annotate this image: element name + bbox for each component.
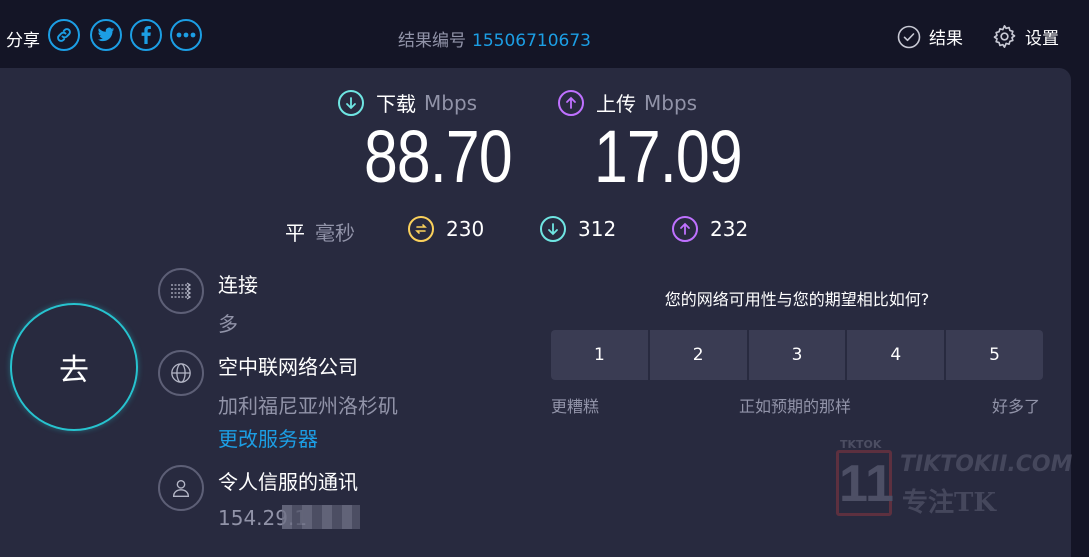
connections-title: 连接 [218, 273, 258, 297]
rating-option-5[interactable]: 5 [946, 330, 1043, 380]
ping-download: 312 [540, 216, 616, 242]
share-label: 分享 [6, 31, 40, 51]
server-name: 空中联网络公司 [218, 355, 358, 379]
settings-label: 设置 [1025, 29, 1059, 49]
watermark-logo: 11 [836, 450, 894, 516]
survey-low-label: 更糟糕 [551, 397, 600, 416]
provider-name: 令人信服的通讯 [218, 470, 358, 494]
top-bar: 分享 结果编号 15506710673 结果 设置 [0, 0, 1089, 70]
user-icon [158, 465, 204, 511]
globe-icon [158, 350, 204, 396]
results-button[interactable]: 结果 [897, 24, 963, 49]
result-id: 结果编号 15506710673 [398, 26, 591, 51]
ping-idle-value: 230 [446, 217, 485, 241]
connections-value: 多 [218, 312, 238, 336]
ping-label-group: 平 毫秒 [285, 216, 355, 246]
arrow-down-circle-icon [338, 89, 364, 116]
watermark-brand: TIKTOKII.COM [900, 452, 1073, 477]
server-location: 加利福尼亚州洛杉矶 [218, 394, 398, 418]
survey-high-label: 好多了 [992, 397, 1041, 416]
arrow-down-circle-icon [540, 216, 566, 242]
ping-unit: 毫秒 [315, 220, 355, 245]
gear-icon [993, 25, 1016, 48]
ping-label: 平 [285, 220, 305, 245]
download-unit: Mbps [424, 90, 478, 115]
arrow-up-circle-icon [672, 216, 698, 242]
ping-upload-value: 232 [710, 217, 749, 241]
survey-mid-label: 正如预期的那样 [739, 397, 852, 416]
more-icon[interactable] [170, 19, 202, 51]
ping-idle: 230 [408, 216, 484, 242]
results-label: 结果 [929, 29, 963, 49]
change-server-link[interactable]: 更改服务器 [218, 423, 318, 452]
rating-option-4[interactable]: 4 [847, 330, 947, 380]
ping-icon [408, 216, 434, 242]
rating-scale: 1 2 3 4 5 [551, 330, 1043, 380]
watermark-brand-cn: 专注TK [902, 488, 996, 518]
rating-option-2[interactable]: 2 [649, 330, 749, 380]
upload-label: 上传 [596, 92, 636, 116]
check-circle-icon [897, 25, 921, 48]
upload-header: 上传 Mbps [558, 88, 697, 117]
ping-download-value: 312 [578, 217, 617, 241]
rating-option-3[interactable]: 3 [748, 330, 848, 380]
link-icon[interactable] [48, 19, 80, 51]
download-header: 下载 Mbps [338, 88, 477, 117]
upload-value: 17.09 [594, 115, 743, 198]
go-label: 去 [59, 353, 89, 388]
survey-question: 您的网络可用性与您的期望相比如何? [664, 290, 930, 309]
settings-button[interactable]: 设置 [992, 24, 1059, 49]
watermark: TKTOK 11 TIKTOKII.COM 专注TK [836, 438, 1072, 520]
go-button[interactable]: 去 [10, 303, 138, 431]
arrow-up-circle-icon [558, 89, 584, 116]
facebook-icon[interactable] [130, 19, 162, 51]
result-id-label: 结果编号 [398, 31, 466, 51]
twitter-icon[interactable] [90, 19, 122, 51]
result-id-number[interactable]: 15506710673 [472, 31, 591, 51]
download-label: 下载 [376, 92, 416, 116]
rating-option-1[interactable]: 1 [551, 330, 650, 380]
ip-redaction [282, 505, 360, 529]
download-value: 88.70 [364, 115, 513, 198]
upload-unit: Mbps [644, 90, 698, 115]
connections-icon[interactable] [158, 268, 204, 314]
ping-upload: 232 [672, 216, 748, 242]
